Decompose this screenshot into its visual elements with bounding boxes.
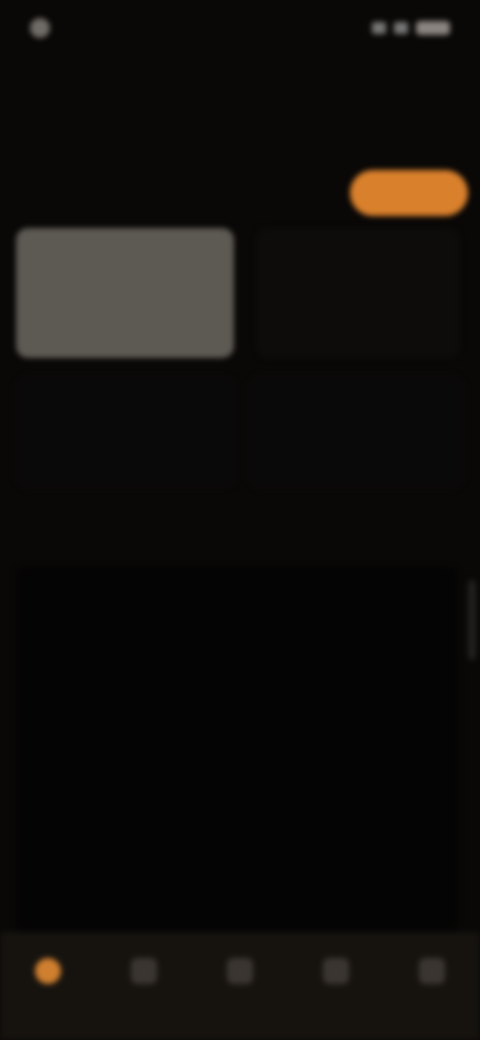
status-bar	[0, 0, 480, 56]
stat-card-4[interactable]	[248, 376, 464, 488]
chart-icon	[323, 958, 349, 984]
stat-card-1[interactable]	[16, 228, 234, 358]
status-right	[372, 21, 450, 35]
center-icon	[227, 958, 253, 984]
status-left	[30, 18, 60, 38]
nav-item-home[interactable]	[13, 958, 83, 992]
primary-action-button[interactable]	[350, 170, 468, 216]
nav-item-profile[interactable]	[397, 958, 467, 992]
wifi-icon	[394, 22, 408, 34]
nav-item-docs[interactable]	[109, 958, 179, 992]
stat-card-3[interactable]	[16, 376, 236, 488]
list-item[interactable]	[36, 712, 450, 722]
nav-item-stats[interactable]	[301, 958, 371, 992]
home-icon	[35, 958, 61, 984]
scrollbar[interactable]	[468, 580, 476, 660]
list-panel	[16, 566, 458, 934]
list-item[interactable]	[36, 788, 450, 798]
status-avatar-icon	[30, 18, 50, 38]
bottom-nav	[0, 932, 480, 1040]
app-screen	[0, 0, 480, 1040]
list-item[interactable]	[36, 636, 450, 646]
battery-icon	[416, 21, 450, 35]
doc-icon	[131, 958, 157, 984]
list-item[interactable]	[36, 866, 450, 876]
nav-item-center[interactable]	[205, 958, 275, 992]
signal-icon	[372, 22, 386, 34]
stat-card-2[interactable]	[256, 228, 460, 358]
user-icon	[419, 958, 445, 984]
